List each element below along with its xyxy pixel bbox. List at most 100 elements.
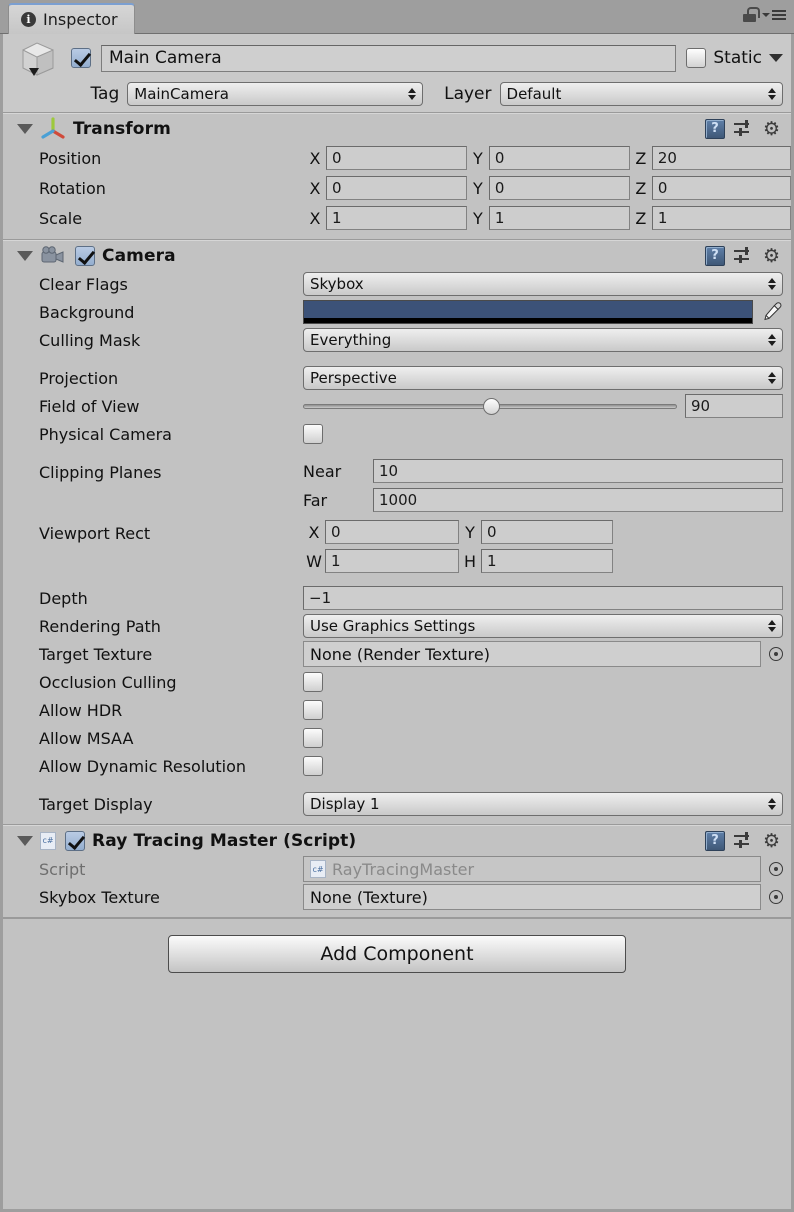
tag-dropdown[interactable]: MainCamera [127, 82, 423, 106]
skybox-texture-value: None (Texture) [310, 887, 428, 907]
position-label: Position [39, 148, 102, 168]
position-x-input[interactable]: 0 [326, 146, 467, 170]
skybox-texture-objectfield[interactable]: None (Texture) [303, 884, 761, 910]
background-row: Background [3, 298, 791, 326]
layer-dropdown[interactable]: Default [499, 82, 783, 106]
static-checkbox[interactable] [686, 48, 707, 68]
help-icon[interactable]: ? [705, 118, 725, 139]
projection-dropdown[interactable]: Perspective [303, 366, 783, 390]
script-value: RayTracingMaster [332, 859, 475, 879]
preset-icon[interactable] [734, 119, 754, 138]
clear-flags-label: Clear Flags [39, 274, 128, 294]
occlusion-culling-checkbox[interactable] [303, 672, 323, 692]
foldout-arrow-icon[interactable] [17, 835, 33, 846]
color-alpha-bar [304, 318, 752, 323]
rendering-path-dropdown[interactable]: Use Graphics Settings [303, 614, 783, 638]
object-picker-icon[interactable] [769, 647, 783, 661]
projection-value: Perspective [310, 369, 397, 387]
gear-icon[interactable]: ⚙ [763, 119, 783, 139]
target-texture-row: Target Texture None (Render Texture) [3, 640, 791, 668]
far-clip-input[interactable]: 1000 [373, 488, 783, 512]
camera-header[interactable]: Camera ? ⚙ [3, 240, 791, 270]
target-texture-value: None (Render Texture) [310, 644, 490, 664]
foldout-arrow-icon[interactable] [17, 250, 33, 261]
object-picker-icon[interactable] [769, 890, 783, 904]
viewport-y-input[interactable]: 0 [481, 520, 613, 544]
scale-x-input[interactable]: 1 [326, 206, 467, 230]
occlusion-culling-label: Occlusion Culling [39, 672, 177, 692]
gear-icon[interactable]: ⚙ [763, 246, 783, 266]
chevron-updown-icon [407, 88, 416, 100]
clear-flags-dropdown[interactable]: Skybox [303, 272, 783, 296]
target-display-dropdown[interactable]: Display 1 [303, 792, 783, 816]
field-of-view-slider[interactable] [303, 394, 677, 418]
rotation-x-input[interactable]: 0 [326, 176, 467, 200]
viewport-y-label: Y [465, 522, 475, 542]
object-picker-icon [769, 862, 783, 876]
allow-dynamic-resolution-checkbox[interactable] [303, 756, 323, 776]
chevron-updown-icon [768, 278, 776, 290]
static-label: Static [713, 48, 762, 68]
rendering-path-row: Rendering Path Use Graphics Settings [3, 612, 791, 640]
transform-header[interactable]: Transform ? ⚙ [3, 113, 791, 143]
viewport-h-input[interactable]: 1 [481, 549, 613, 573]
field-of-view-label: Field of View [39, 396, 140, 416]
near-clip-input[interactable]: 10 [373, 459, 783, 483]
help-icon[interactable]: ? [705, 245, 725, 266]
viewport-x-input[interactable]: 0 [325, 520, 459, 544]
foldout-arrow-icon[interactable] [17, 123, 33, 134]
hamburger-menu-icon[interactable] [762, 9, 786, 20]
color-swatch-fill [304, 301, 752, 319]
preset-icon[interactable] [734, 831, 754, 850]
culling-mask-dropdown[interactable]: Everything [303, 328, 783, 352]
static-dropdown-icon[interactable] [769, 54, 783, 62]
target-texture-objectfield[interactable]: None (Render Texture) [303, 641, 761, 667]
component-ray-tracing-master: c# Ray Tracing Master (Script) ? ⚙ Scrip… [3, 825, 791, 918]
rotation-label: Rotation [39, 178, 106, 198]
allow-hdr-checkbox[interactable] [303, 700, 323, 720]
gear-icon[interactable]: ⚙ [763, 831, 783, 851]
field-of-view-row: Field of View 90 [3, 392, 791, 420]
slider-handle[interactable] [482, 398, 500, 415]
add-component-area: Add Component [3, 918, 791, 987]
field-of-view-input[interactable]: 90 [685, 394, 783, 418]
add-component-button[interactable]: Add Component [168, 935, 626, 973]
tabbar-controls [743, 7, 786, 22]
help-icon[interactable]: ? [705, 830, 725, 851]
allow-msaa-row: Allow MSAA [3, 724, 791, 752]
ray-tracing-master-header[interactable]: c# Ray Tracing Master (Script) ? ⚙ [3, 825, 791, 855]
allow-msaa-checkbox[interactable] [303, 728, 323, 748]
tab-label: Inspector [43, 10, 118, 29]
chevron-updown-icon [768, 372, 776, 384]
camera-enabled-checkbox[interactable] [75, 245, 95, 266]
rotation-z-input[interactable]: 0 [651, 176, 791, 200]
position-y-input[interactable]: 0 [488, 146, 630, 170]
occlusion-culling-row: Occlusion Culling [3, 668, 791, 696]
physical-camera-row: Physical Camera [3, 420, 791, 448]
physical-camera-label: Physical Camera [39, 424, 172, 444]
preset-icon[interactable] [734, 246, 754, 265]
scale-z-input[interactable]: 1 [651, 206, 791, 230]
gameobject-enabled-checkbox[interactable] [71, 48, 91, 68]
ray-tracing-master-enabled-checkbox[interactable] [65, 830, 85, 851]
target-display-label: Target Display [39, 794, 153, 814]
position-z-input[interactable]: 20 [651, 146, 791, 170]
clear-flags-row: Clear Flags Skybox [3, 270, 791, 298]
rotation-y-input[interactable]: 0 [488, 176, 630, 200]
gameobject-name-input[interactable]: Main Camera [101, 44, 677, 72]
eyedropper-icon[interactable] [761, 301, 783, 323]
culling-mask-label: Culling Mask [39, 330, 141, 350]
lock-icon[interactable] [743, 7, 760, 22]
depth-input[interactable]: −1 [303, 586, 783, 610]
camera-icon [40, 245, 66, 266]
inspector-tabbar: i Inspector [0, 0, 794, 34]
scale-y-input[interactable]: 1 [488, 206, 630, 230]
script-row: Script c# RayTracingMaster [3, 855, 791, 883]
background-color-swatch[interactable] [303, 300, 753, 324]
tab-inspector[interactable]: i Inspector [8, 3, 135, 34]
layer-label: Layer [444, 84, 492, 104]
physical-camera-checkbox[interactable] [303, 424, 323, 444]
viewport-w-input[interactable]: 1 [325, 549, 459, 573]
